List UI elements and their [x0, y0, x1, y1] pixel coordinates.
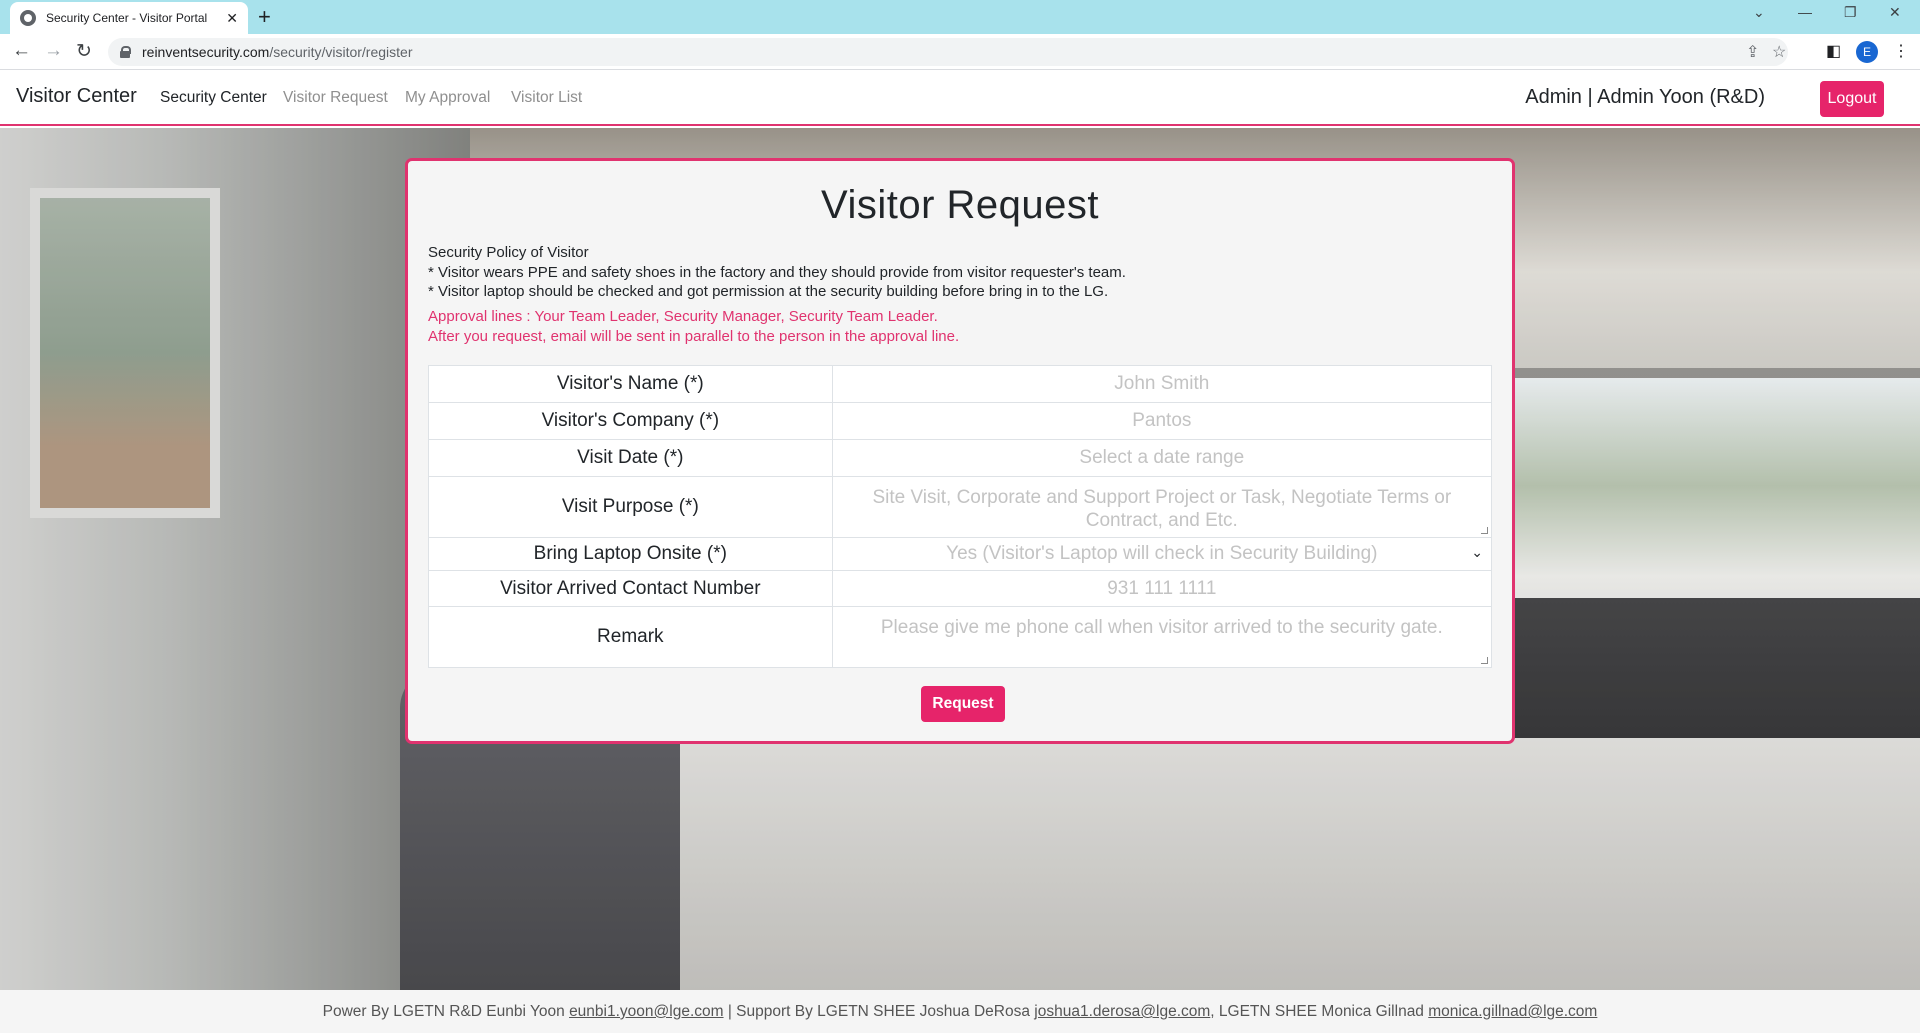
contact-number-label: Visitor Arrived Contact Number: [428, 570, 833, 607]
footer-text: | Support By LGETN SHEE Joshua DeRosa: [723, 1003, 1035, 1020]
url-domain: reinventsecurity.com: [142, 44, 270, 60]
remark-textarea[interactable]: Please give me phone call when visitor a…: [831, 606, 1493, 668]
nav-security-center[interactable]: Security Center: [160, 89, 267, 107]
profile-avatar[interactable]: E: [1856, 41, 1878, 63]
bring-laptop-value: Yes (Visitor's Laptop will check in Secu…: [946, 543, 1378, 564]
visitor-request-card: Visitor Request Security Policy of Visit…: [405, 158, 1515, 744]
url-path: /security/visitor/register: [269, 44, 413, 60]
window-close-icon[interactable]: ✕: [1889, 4, 1901, 21]
logout-button[interactable]: Logout: [1820, 81, 1884, 117]
policy-line: * Visitor wears PPE and safety shoes in …: [428, 263, 1126, 281]
footer-text: Power By LGETN R&D Eunbi Yoon: [322, 1003, 570, 1020]
nav-visitor-request[interactable]: Visitor Request: [283, 89, 388, 107]
visit-date-input[interactable]: Select a date range: [831, 439, 1493, 477]
tab-search-icon[interactable]: ⌄: [1753, 4, 1765, 21]
close-tab-icon[interactable]: ✕: [226, 10, 238, 27]
approval-line: Approval lines : Your Team Leader, Secur…: [428, 308, 938, 325]
address-bar[interactable]: reinventsecurity.com/security/visitor/re…: [108, 38, 1788, 66]
bookmark-star-icon[interactable]: ☆: [1772, 42, 1786, 62]
side-panel-icon[interactable]: ◧: [1826, 41, 1841, 61]
visitor-company-input[interactable]: Pantos: [831, 402, 1493, 440]
user-label: Admin | Admin Yoon (R&D): [1525, 86, 1765, 108]
visitor-name-input[interactable]: John Smith: [831, 365, 1493, 403]
footer-email-link[interactable]: joshua1.derosa@lge.com: [1034, 1003, 1210, 1020]
nav-my-approval[interactable]: My Approval: [405, 89, 490, 107]
page-title: Visitor Request: [820, 183, 1099, 227]
footer-email-link[interactable]: monica.gillnad@lge.com: [1428, 1003, 1597, 1020]
tab-title: Security Center - Visitor Portal: [46, 11, 208, 25]
app-navbar: Visitor Center Security Center Visitor R…: [0, 70, 1920, 126]
browser-tab[interactable]: Security Center - Visitor Portal ✕: [10, 2, 248, 34]
menu-dots-icon[interactable]: ⋮: [1893, 41, 1909, 61]
bring-laptop-select[interactable]: Yes (Visitor's Laptop will check in Secu…: [831, 537, 1493, 571]
remark-label: Remark: [428, 606, 833, 668]
visitor-name-label: Visitor's Name (*): [428, 365, 833, 403]
globe-icon: [20, 10, 36, 26]
visitor-form-table: Visitor's Name (*) John Smith Visitor's …: [428, 365, 1493, 668]
new-tab-button[interactable]: +: [258, 4, 271, 30]
policy-line: * Visitor laptop should be checked and g…: [428, 283, 1109, 300]
visitor-company-label: Visitor's Company (*): [428, 402, 833, 440]
resize-handle-icon[interactable]: [1481, 527, 1488, 534]
visit-purpose-label: Visit Purpose (*): [428, 476, 833, 538]
contact-number-input[interactable]: 931 111 1111: [831, 570, 1493, 607]
share-icon[interactable]: ⇪: [1746, 42, 1759, 62]
restore-icon[interactable]: ❐: [1844, 4, 1857, 21]
visit-purpose-textarea[interactable]: Site Visit, Corporate and Support Projec…: [831, 476, 1493, 538]
reload-icon[interactable]: ↻: [76, 40, 92, 63]
lock-icon[interactable]: [120, 46, 131, 58]
footer-text: , LGETN SHEE Monica Gillnad: [1210, 1003, 1429, 1020]
resize-handle-icon[interactable]: [1481, 657, 1488, 664]
brand-link[interactable]: Visitor Center: [16, 85, 137, 108]
forward-icon[interactable]: →: [44, 40, 63, 62]
browser-tab-strip: Security Center - Visitor Portal ✕ + ⌄ —…: [0, 0, 1920, 34]
policy-heading: Security Policy of Visitor: [428, 244, 589, 261]
visit-date-label: Visit Date (*): [428, 439, 833, 477]
back-icon[interactable]: ←: [12, 40, 31, 62]
browser-toolbar: ← → ↻ reinventsecurity.com/security/visi…: [0, 34, 1920, 70]
visit-purpose-placeholder: Site Visit, Corporate and Support Projec…: [872, 487, 1452, 531]
approval-line: After you request, email will be sent in…: [428, 327, 960, 345]
approval-notice: Approval lines : Your Team Leader, Secur…: [428, 307, 959, 346]
request-button[interactable]: Request: [921, 686, 1005, 722]
remark-placeholder: Please give me phone call when visitor a…: [880, 617, 1443, 638]
minimize-icon[interactable]: —: [1798, 4, 1812, 20]
security-policy: Security Policy of Visitor * Visitor wea…: [428, 243, 1126, 302]
footer-email-link[interactable]: eunbi1.yoon@lge.com: [569, 1003, 723, 1020]
nav-visitor-list[interactable]: Visitor List: [511, 89, 582, 107]
bring-laptop-label: Bring Laptop Onsite (*): [428, 537, 833, 571]
footer: Power By LGETN R&D Eunbi Yoon eunbi1.yoo…: [0, 990, 1920, 1033]
chevron-down-icon: ⌄: [1471, 544, 1483, 560]
